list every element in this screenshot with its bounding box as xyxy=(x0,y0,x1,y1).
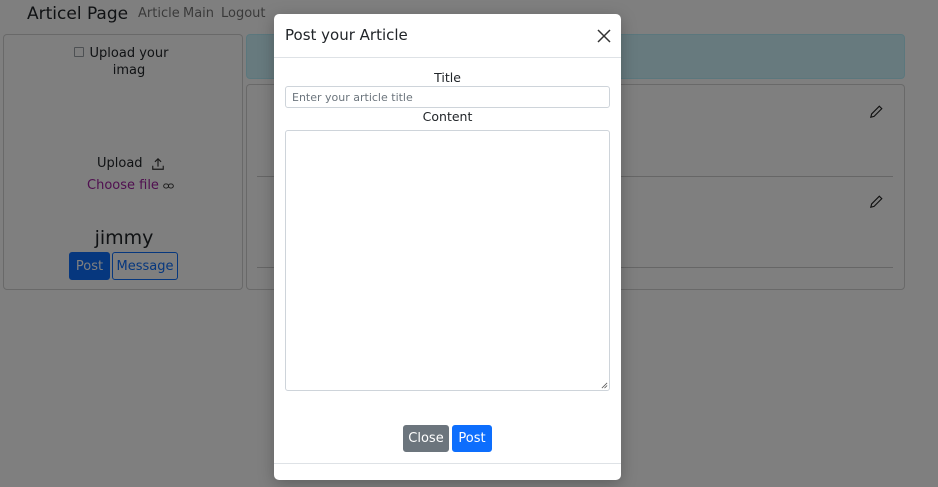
content-label: Content xyxy=(422,109,473,124)
content-textarea[interactable] xyxy=(285,130,610,391)
post-article-modal: Post your Article Title Content Close Po… xyxy=(274,14,621,480)
resize-handle-icon[interactable] xyxy=(601,382,608,389)
modal-header: Post your Article xyxy=(274,14,621,58)
close-icon[interactable] xyxy=(596,28,612,44)
close-button[interactable]: Close xyxy=(403,425,449,452)
title-input[interactable] xyxy=(285,86,610,108)
post-submit-button[interactable]: Post xyxy=(452,425,492,452)
modal-footer-divider xyxy=(274,463,621,464)
modal-title: Post your Article xyxy=(285,26,408,44)
title-label: Title xyxy=(434,70,461,85)
